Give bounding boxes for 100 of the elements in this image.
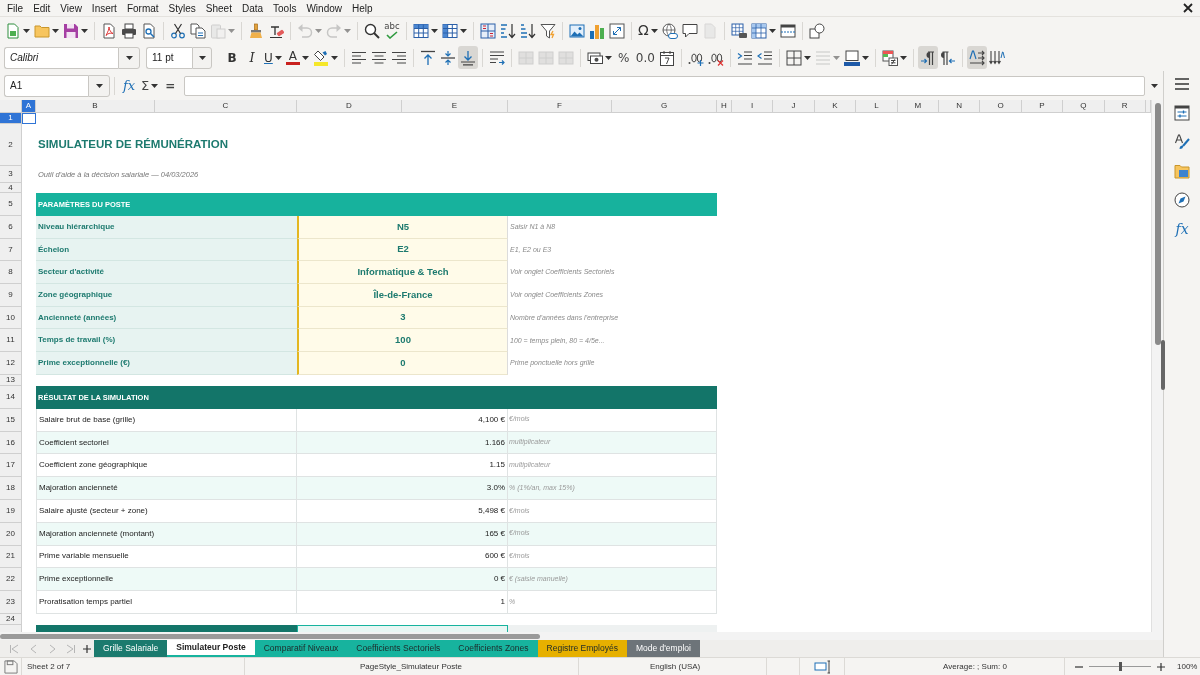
row-header[interactable]: 19: [0, 500, 22, 523]
wrap-text-button[interactable]: [966, 46, 987, 69]
italic-button[interactable]: I: [242, 46, 262, 69]
special-character-button[interactable]: Ω: [636, 19, 660, 42]
row-header[interactable]: 20: [0, 522, 22, 546]
parameter-value[interactable]: Informatique & Tech: [297, 261, 508, 285]
row-header[interactable]: 21: [0, 545, 22, 569]
column-header[interactable]: H: [717, 100, 732, 113]
row-header[interactable]: 24: [0, 614, 22, 625]
row-header[interactable]: 14: [0, 385, 22, 409]
column-header[interactable]: K: [814, 100, 857, 113]
column-header[interactable]: I: [732, 100, 774, 113]
caret-icon: [768, 28, 776, 33]
sheet-tab[interactable]: Coefficients Zones: [449, 640, 538, 657]
caret-icon: [832, 55, 840, 60]
column-header[interactable]: M: [897, 100, 939, 113]
name-box-dropdown-button[interactable]: [88, 74, 110, 97]
font-size-dropdown-button[interactable]: [192, 46, 212, 69]
align-bottom-button[interactable]: [457, 46, 478, 69]
functions-deck-button[interactable]: fx: [1170, 218, 1194, 240]
row-header[interactable]: 23: [0, 591, 22, 614]
percent-format-button[interactable]: %: [613, 46, 634, 69]
row-header[interactable]: 11: [0, 329, 22, 353]
menu-item[interactable]: Tools: [268, 0, 302, 16]
column-header[interactable]: N: [938, 100, 981, 113]
menu-item[interactable]: Edit: [28, 0, 56, 16]
scrollbar-thumb[interactable]: [1154, 103, 1161, 345]
column-header[interactable]: L: [856, 100, 898, 113]
sheet-tab[interactable]: Comparatif Niveaux: [254, 640, 348, 657]
row-header[interactable]: 8: [0, 261, 22, 285]
menu-item[interactable]: Sheet: [200, 0, 237, 16]
align-right-icon: [390, 49, 407, 66]
column-header[interactable]: O: [980, 100, 1022, 113]
menu-item[interactable]: File: [2, 0, 29, 16]
formula-button[interactable]: =: [160, 74, 181, 97]
row-header[interactable]: 17: [0, 454, 22, 478]
number-format-button[interactable]: 0.0: [633, 46, 657, 69]
underline-button[interactable]: U: [262, 46, 284, 69]
sum-button[interactable]: Σ: [139, 74, 161, 97]
column-header[interactable]: A: [22, 100, 36, 113]
row-header[interactable]: 10: [0, 306, 22, 330]
menu-item[interactable]: Insert: [86, 0, 122, 16]
font-name-dropdown-button[interactable]: [118, 46, 140, 69]
parameter-value[interactable]: 3: [297, 306, 508, 330]
zoom-in-button[interactable]: [1155, 662, 1167, 671]
font-color-button[interactable]: A: [283, 46, 311, 69]
zoom-slider-thumb[interactable]: [1119, 662, 1122, 671]
row-header[interactable]: 16: [0, 431, 22, 455]
sheet-tab[interactable]: Simulateur Poste: [167, 640, 255, 657]
vertical-scrollbar[interactable]: [1151, 100, 1163, 632]
parameter-value[interactable]: Île-de-France: [297, 284, 508, 307]
left-to-right-button[interactable]: [917, 46, 938, 69]
menu-item[interactable]: View: [55, 0, 87, 16]
sheet-tab[interactable]: Mode d'emploi: [626, 640, 700, 657]
row-header[interactable]: 13: [0, 374, 22, 386]
sheet-tab[interactable]: Grille Salariale: [94, 640, 168, 657]
parameter-value[interactable]: N5: [297, 216, 508, 239]
sheet-tab[interactable]: Coefficients Sectoriels: [347, 640, 450, 657]
menu-item[interactable]: Help: [347, 0, 378, 16]
menu-item[interactable]: Styles: [163, 0, 201, 16]
row-header[interactable]: 12: [0, 352, 22, 375]
parameter-value[interactable]: E2: [297, 238, 508, 262]
row-header[interactable]: 18: [0, 477, 22, 500]
scrollbar-thumb[interactable]: [0, 633, 540, 639]
row-header[interactable]: 6: [0, 216, 22, 239]
column-header[interactable]: P: [1021, 100, 1064, 113]
caret-icon: [301, 55, 309, 60]
formula-input-field[interactable]: [184, 75, 1145, 96]
row-header[interactable]: 7: [0, 238, 22, 262]
column-header[interactable]: G: [612, 100, 717, 113]
parameter-value[interactable]: 0: [297, 352, 508, 375]
row-header[interactable]: 5: [0, 193, 22, 216]
row-header[interactable]: 15: [0, 408, 22, 432]
column-header[interactable]: B: [36, 100, 155, 113]
font-size-field[interactable]: 11 pt: [146, 46, 192, 69]
font-name-field[interactable]: Calibri: [4, 46, 118, 69]
column-header[interactable]: F: [508, 100, 612, 113]
result-label: Prime exceptionnelle: [36, 568, 297, 592]
column-header[interactable]: C: [155, 100, 297, 113]
bold-button[interactable]: B: [222, 46, 242, 69]
menu-item[interactable]: Data: [236, 0, 269, 16]
column-header[interactable]: E: [402, 100, 508, 113]
column-header[interactable]: D: [297, 100, 402, 113]
function-wizard-button[interactable]: fx: [119, 74, 139, 97]
row-header[interactable]: 1: [0, 113, 22, 124]
row-header[interactable]: 2: [0, 124, 22, 166]
menu-item[interactable]: Window: [301, 0, 347, 16]
row-header[interactable]: 9: [0, 284, 22, 307]
sheet-tab[interactable]: Registre Employés: [537, 640, 627, 657]
spelling-button[interactable]: abc: [382, 19, 402, 42]
column-header[interactable]: Q: [1063, 100, 1105, 113]
column-header[interactable]: J: [773, 100, 815, 113]
row-header[interactable]: 3: [0, 166, 22, 183]
row-header[interactable]: 4: [0, 183, 22, 193]
column-header[interactable]: R: [1104, 100, 1146, 113]
row-header[interactable]: 22: [0, 568, 22, 592]
name-box-field[interactable]: A1: [4, 74, 88, 97]
menu-item[interactable]: Format: [121, 0, 164, 16]
parameter-value[interactable]: 100: [297, 329, 508, 353]
sidebar-handle[interactable]: [1161, 340, 1165, 390]
